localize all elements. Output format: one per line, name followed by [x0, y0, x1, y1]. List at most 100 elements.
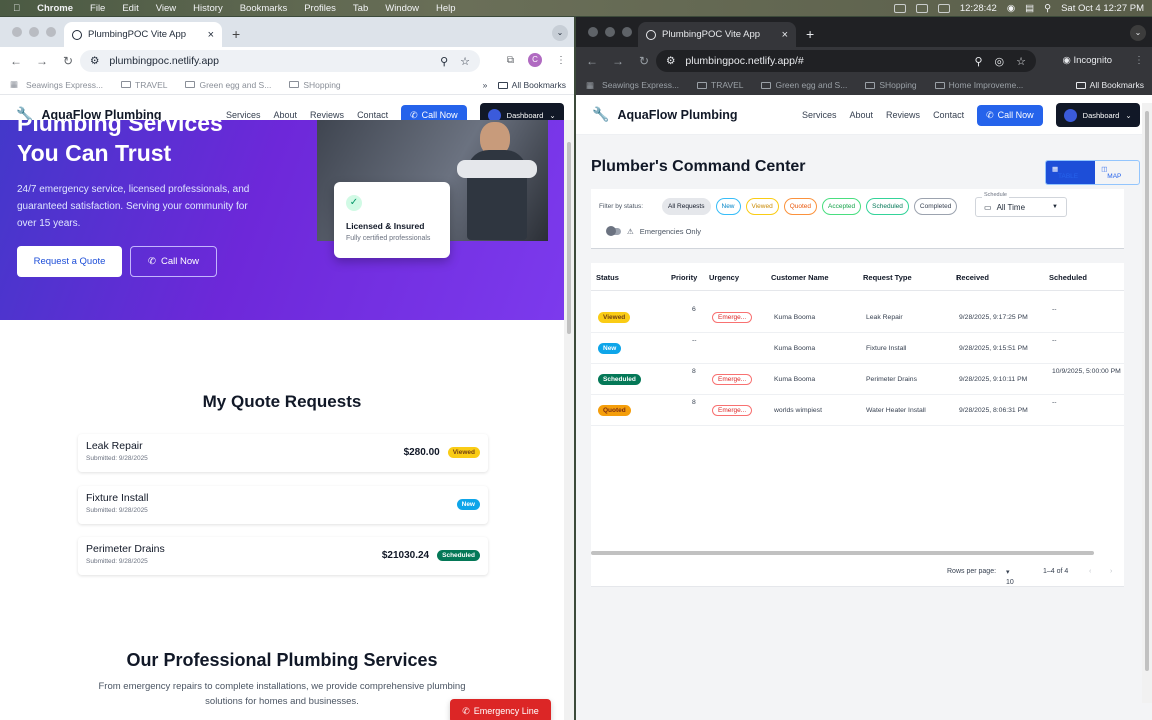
table-view-button[interactable]: ▦ TABLE — [1046, 161, 1096, 184]
table-horizontal-scrollbar[interactable] — [591, 551, 1094, 555]
rows-per-page-select[interactable]: 10 ▾ — [1006, 568, 1014, 586]
close-tab-icon[interactable]: × — [208, 29, 214, 41]
chip-accepted[interactable]: Accepted — [822, 198, 862, 215]
bookmark-folder[interactable]: SHopping — [289, 80, 341, 90]
forward-icon[interactable]: → — [612, 54, 624, 68]
menu-bookmarks[interactable]: Bookmarks — [240, 3, 288, 14]
menu-file[interactable]: File — [90, 3, 105, 14]
chip-viewed[interactable]: Viewed — [745, 198, 779, 215]
new-tab-button[interactable]: + — [232, 26, 240, 42]
reload-icon[interactable]: ↻ — [62, 54, 74, 68]
col-urgency[interactable]: Urgency — [709, 273, 739, 282]
nav-reviews[interactable]: Reviews — [310, 110, 344, 120]
menu-help[interactable]: Help — [436, 3, 456, 14]
bookmark-folder[interactable]: SHopping — [865, 80, 917, 90]
menu-edit[interactable]: Edit — [122, 3, 138, 14]
schedule-select[interactable]: Schedule ▭ All Time ▼ — [975, 192, 1067, 217]
site-info-icon[interactable]: ⚙ — [90, 55, 99, 67]
all-bookmarks[interactable]: All Bookmarks — [1075, 80, 1144, 90]
menu-window[interactable]: Window — [385, 3, 419, 14]
apple-icon[interactable]:  — [13, 3, 20, 14]
bookmark-star-icon[interactable]: ☆ — [460, 55, 470, 68]
back-icon[interactable]: ← — [10, 54, 22, 68]
col-status[interactable]: Status — [596, 273, 619, 282]
chip-completed[interactable]: Completed — [913, 198, 958, 215]
search-icon[interactable]: ⚲ — [1044, 3, 1051, 14]
menu-view[interactable]: View — [156, 3, 176, 14]
close-tab-icon[interactable]: × — [782, 29, 788, 41]
col-customer[interactable]: Customer Name — [771, 273, 829, 282]
map-view-button[interactable]: ◫ MAP — [1095, 161, 1139, 184]
tab-plumbingpoc[interactable]: PlumbingPOC Vite App × — [638, 22, 796, 47]
tab-search-button[interactable]: ⌄ — [1130, 25, 1146, 41]
prev-page-icon[interactable]: ‹ — [1089, 568, 1091, 575]
table-row[interactable]: New -- Kuma Booma Fixture Install 9/28/2… — [591, 333, 1124, 364]
menu-tab[interactable]: Tab — [353, 3, 368, 14]
col-request-type[interactable]: Request Type — [863, 273, 912, 282]
status-icon[interactable] — [893, 3, 906, 13]
all-bookmarks[interactable]: » All Bookmarks — [483, 80, 566, 90]
bookmark-item[interactable]: Seawings Express... — [26, 80, 103, 90]
bookmark-folder[interactable]: TRAVEL — [697, 80, 743, 90]
new-tab-button[interactable]: + — [806, 26, 814, 42]
eye-off-icon[interactable]: ◎ — [995, 55, 1005, 68]
forward-icon[interactable]: → — [36, 54, 48, 68]
address-bar[interactable]: ⚙ plumbingpoc.netlify.app/# ⚲ ◎ ☆ — [656, 50, 1036, 72]
incognito-indicator[interactable]: ◉ Incognito — [1055, 53, 1121, 68]
address-url[interactable]: plumbingpoc.netlify.app — [109, 55, 430, 67]
bookmark-folder[interactable]: Green egg and S... — [185, 80, 271, 90]
nav-services[interactable]: Services — [226, 110, 261, 120]
hero-call-button[interactable]: ✆ Call Now — [130, 246, 217, 277]
page-scrollbar[interactable] — [1142, 103, 1152, 703]
apps-grid-icon[interactable]: ▦ — [586, 80, 594, 91]
recording-timer[interactable]: 12:28:42 — [960, 3, 997, 14]
screen-record-icon[interactable] — [915, 3, 928, 13]
nav-contact[interactable]: Contact — [357, 110, 388, 120]
menu-history[interactable]: History — [193, 3, 223, 14]
page-scrollbar[interactable] — [564, 120, 574, 720]
bookmark-folder[interactable]: TRAVEL — [121, 80, 167, 90]
menu-clock[interactable]: Sat Oct 4 12:27 PM — [1061, 3, 1144, 14]
close-window-button[interactable] — [588, 27, 598, 37]
menu-app-name[interactable]: Chrome — [37, 3, 73, 14]
address-url[interactable]: plumbingpoc.netlify.app/# — [685, 55, 964, 67]
extensions-icon[interactable]: ⧉ — [507, 55, 514, 66]
browser-menu-icon[interactable]: ⋮ — [556, 55, 566, 66]
col-priority[interactable]: Priority — [671, 273, 697, 282]
browser-menu-icon[interactable]: ⋮ — [1134, 55, 1144, 66]
zoom-icon[interactable]: ⚲ — [440, 55, 448, 68]
minimize-window-button[interactable] — [605, 27, 615, 37]
minimize-window-button[interactable] — [29, 27, 39, 37]
table-row[interactable]: Quoted 8 Emerge... worlds wimpiest Water… — [591, 395, 1124, 426]
quote-card[interactable]: Fixture Install Submitted: 9/28/2025 New — [78, 486, 488, 524]
toggle-switch[interactable] — [606, 226, 621, 236]
emergency-line-button[interactable]: ✆ Emergency Line — [450, 699, 551, 720]
col-scheduled[interactable]: Scheduled — [1049, 273, 1087, 282]
back-icon[interactable]: ← — [586, 54, 598, 68]
control-center-icon[interactable]: ▤ — [1025, 3, 1034, 14]
reload-icon[interactable]: ↻ — [638, 54, 650, 68]
next-page-icon[interactable]: › — [1110, 568, 1112, 575]
chip-quoted[interactable]: Quoted — [783, 198, 818, 215]
nav-about[interactable]: About — [274, 110, 298, 120]
bookmark-item[interactable]: Seawings Express... — [602, 80, 679, 90]
emergencies-toggle[interactable]: ⚠ Emergencies Only — [606, 226, 701, 236]
profile-avatar[interactable]: C — [528, 53, 542, 67]
address-bar[interactable]: ⚙ plumbingpoc.netlify.app ⚲ ☆ — [80, 50, 480, 72]
apps-grid-icon[interactable]: ▦ — [10, 79, 18, 90]
close-window-button[interactable] — [12, 27, 22, 37]
menu-profiles[interactable]: Profiles — [304, 3, 336, 14]
display-icon[interactable] — [937, 3, 950, 13]
tab-search-button[interactable]: ⌄ — [552, 25, 568, 41]
bookmark-folder[interactable]: Green egg and S... — [761, 80, 847, 90]
bookmark-folder[interactable]: Home Improveme... — [934, 80, 1023, 90]
site-info-icon[interactable]: ⚙ — [666, 55, 675, 67]
quote-card[interactable]: Leak Repair Submitted: 9/28/2025 $280.00… — [78, 434, 488, 472]
zoom-icon[interactable]: ⚲ — [974, 55, 982, 68]
request-quote-button[interactable]: Request a Quote — [17, 246, 122, 277]
table-row[interactable]: Scheduled 8 Emerge... Kuma Booma Perimet… — [591, 364, 1124, 395]
chip-all-requests[interactable]: All Requests — [662, 198, 711, 215]
quote-card[interactable]: Perimeter Drains Submitted: 9/28/2025 $2… — [78, 537, 488, 575]
tab-plumbingpoc[interactable]: PlumbingPOC Vite App × — [64, 22, 222, 47]
maximize-window-button[interactable] — [622, 27, 632, 37]
